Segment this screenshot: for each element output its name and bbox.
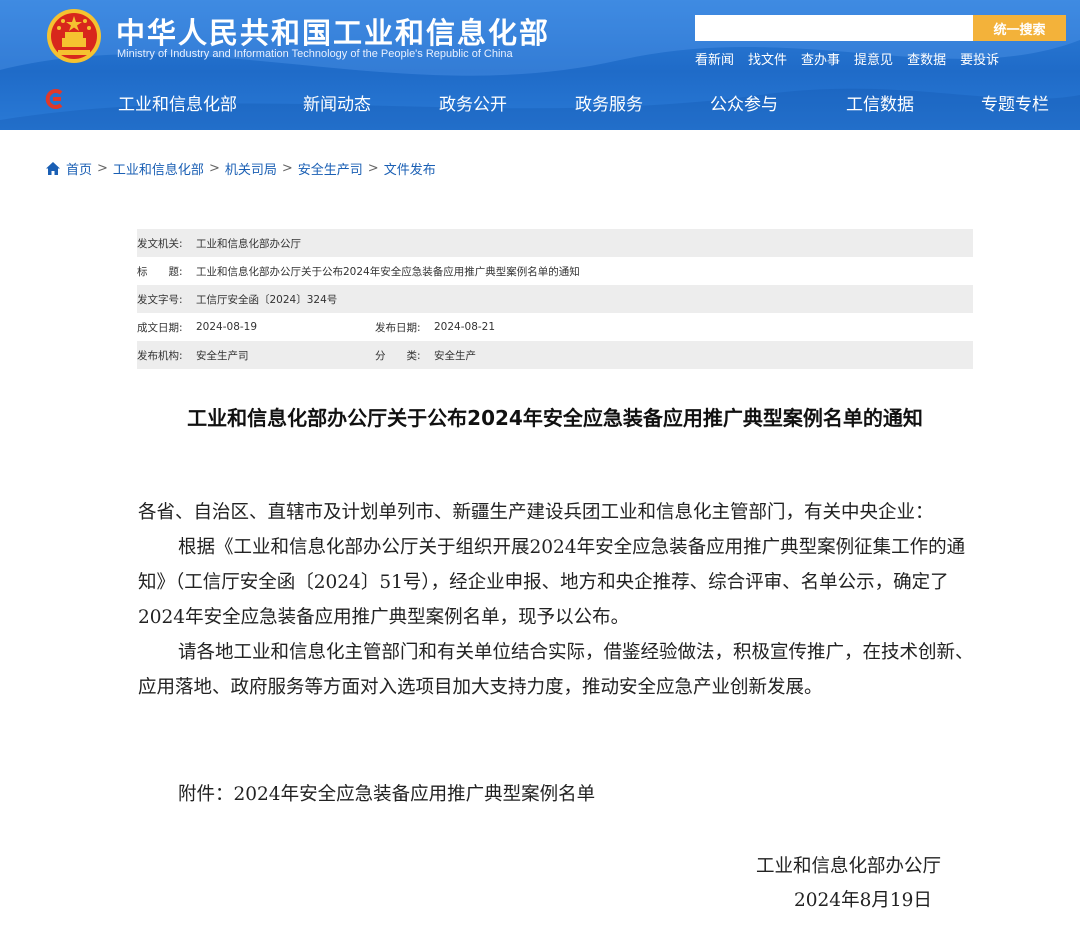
site-header: 中华人民共和国工业和信息化部 Ministry of Industry and … — [0, 0, 1080, 130]
nav-item-ministry[interactable]: 工业和信息化部 — [118, 90, 237, 115]
nav-item-news[interactable]: 新闻动态 — [303, 90, 371, 115]
document-paragraph: 根据《工业和信息化部办公厅关于组织开展2024年安全应急装备应用推广典型案例征集… — [138, 537, 966, 628]
meta-row-dates: 成文日期: 2024-08-19 发布日期: 2024-08-21 — [137, 313, 973, 341]
meta-row-org: 发布机构: 安全生产司 分 类: 安全生产 — [137, 341, 973, 369]
meta-issuer-value: 工业和信息化部办公厅 — [196, 237, 301, 250]
meta-row-title: 标 题: 工业和信息化部办公厅关于公布2024年安全应急装备应用推广典型案例名单… — [137, 257, 973, 285]
meta-issuer-label: 发文机关: — [137, 237, 183, 250]
search-input[interactable] — [695, 15, 973, 41]
quick-link-feedback[interactable]: 提意见 — [854, 49, 893, 68]
breadcrumb-separator: > — [367, 161, 379, 176]
document-body: 各省、自治区、直辖市及计划单列市、新疆生产建设兵团工业和信息化主管部门，有关中央… — [138, 495, 978, 705]
site-logo-icon[interactable] — [44, 88, 66, 110]
home-icon[interactable] — [46, 162, 60, 175]
breadcrumb-safety-dept[interactable]: 安全生产司 — [298, 159, 363, 178]
search-button[interactable]: 统一搜索 — [973, 15, 1066, 41]
breadcrumb-ministry[interactable]: 工业和信息化部 — [113, 159, 204, 178]
quick-link-news[interactable]: 看新闻 — [695, 49, 734, 68]
document-attachment[interactable]: 附件：2024年安全应急装备应用推广典型案例名单 — [178, 780, 595, 806]
nav-item-gov-affairs[interactable]: 政务公开 — [439, 90, 507, 115]
quick-link-data[interactable]: 查数据 — [907, 49, 946, 68]
breadcrumb-separator: > — [208, 161, 220, 176]
quick-link-complaint[interactable]: 要投诉 — [960, 49, 999, 68]
meta-published-label: 发布日期: — [375, 321, 421, 334]
meta-row-doc-number: 发文字号: 工信厅安全函〔2024〕324号 — [137, 285, 973, 313]
meta-doc-number-value: 工信厅安全函〔2024〕324号 — [196, 293, 338, 306]
site-subtitle: Ministry of Industry and Information Tec… — [117, 48, 513, 60]
nav-item-data[interactable]: 工信数据 — [846, 90, 914, 115]
meta-row-issuer: 发文机关: 工业和信息化部办公厅 — [137, 229, 973, 257]
quick-link-services[interactable]: 查办事 — [801, 49, 840, 68]
meta-doc-number-label: 发文字号: — [137, 293, 183, 306]
quick-link-files[interactable]: 找文件 — [748, 49, 787, 68]
nav-item-topics[interactable]: 专题专栏 — [981, 90, 1049, 115]
document-signature: 工业和信息化部办公厅 — [756, 856, 942, 877]
meta-created-value: 2024-08-19 — [196, 321, 258, 333]
national-emblem-icon[interactable] — [46, 8, 102, 64]
site-title: 中华人民共和国工业和信息化部 — [116, 16, 551, 50]
meta-title-label: 标 题: — [137, 265, 183, 278]
meta-created-label: 成文日期: — [137, 321, 183, 334]
breadcrumb-separator: > — [281, 161, 293, 176]
breadcrumb-documents[interactable]: 文件发布 — [384, 159, 436, 178]
meta-category-label: 分 类: — [375, 349, 421, 362]
meta-org-value: 安全生产司 — [196, 349, 249, 362]
document-date: 2024年8月19日 — [794, 890, 932, 911]
nav-item-participation[interactable]: 公众参与 — [710, 90, 778, 115]
meta-published-value: 2024-08-21 — [434, 321, 496, 333]
breadcrumb-home[interactable]: 首页 — [66, 159, 92, 178]
document-meta-table: 发文机关: 工业和信息化部办公厅 标 题: 工业和信息化部办公厅关于公布2024… — [137, 229, 973, 369]
nav-item-gov-services[interactable]: 政务服务 — [575, 90, 643, 115]
document-title: 工业和信息化部办公厅关于公布2024年安全应急装备应用推广典型案例名单的通知 — [187, 406, 923, 430]
breadcrumb-departments[interactable]: 机关司局 — [225, 159, 277, 178]
meta-category-value: 安全生产 — [434, 349, 476, 362]
quick-links: 看新闻 找文件 查办事 提意见 查数据 要投诉 — [695, 49, 999, 68]
document-paragraph: 请各地工业和信息化主管部门和有关单位结合实际，借鉴经验做法，积极宣传推广，在技术… — [138, 642, 974, 698]
breadcrumb-separator: > — [97, 161, 108, 176]
breadcrumb: 首页 > 工业和信息化部 > 机关司局 > 安全生产司 > 文件发布 — [46, 159, 436, 178]
meta-title-value: 工业和信息化部办公厅关于公布2024年安全应急装备应用推广典型案例名单的通知 — [196, 265, 580, 278]
meta-org-label: 发布机构: — [137, 349, 183, 362]
document-salutation: 各省、自治区、直辖市及计划单列市、新疆生产建设兵团工业和信息化主管部门，有关中央… — [138, 502, 934, 523]
main-nav: 工业和信息化部 新闻动态 政务公开 政务服务 公众参与 工信数据 专题专栏 — [0, 84, 1080, 120]
